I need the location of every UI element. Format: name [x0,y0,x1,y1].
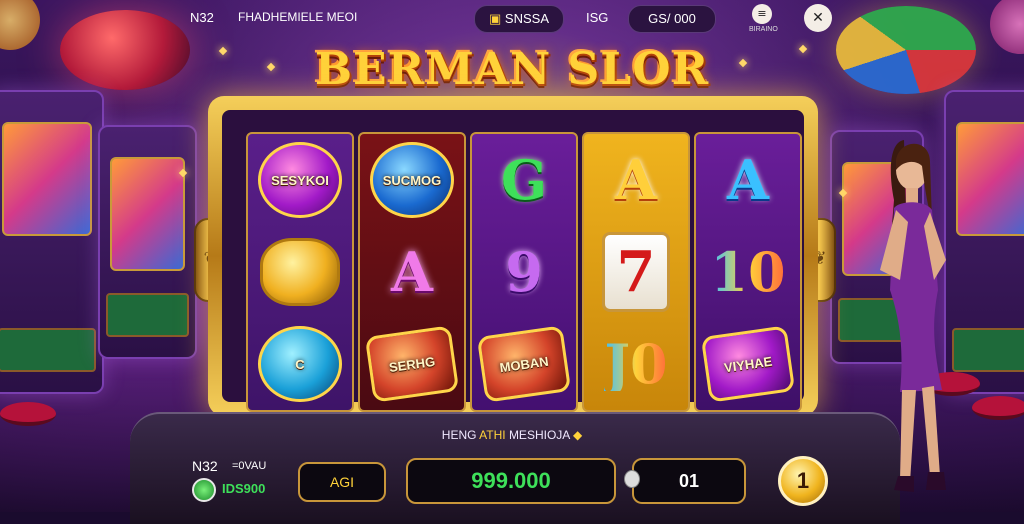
reel-5: A 10 VIYHAE [694,132,802,412]
reel-1-symbol-2 [248,226,352,318]
auto-button[interactable]: AGI [298,462,386,502]
reel-5-symbol-1: A [696,134,800,226]
symbol-chip: C [258,326,342,402]
symbol-chip: MOBAN [476,325,572,403]
balance-pill[interactable]: GS/ 000 [628,5,716,33]
reel-4-symbol-1: A [584,134,688,226]
stool-right-2 [972,396,1024,420]
info-prefix: HENG [441,428,477,442]
info-highlight: ATHI [479,428,506,442]
game-title: BERMAN SLOR [314,44,710,95]
reel-3: G 9 MOBAN [470,132,578,412]
arcade-cabinet-left [0,90,104,394]
reel-3-symbol-1: G [472,134,576,226]
line-decrease-icon[interactable] [624,470,640,488]
symbol-seven: 7 [602,232,670,312]
reel-window: SESYKOI C SUCMOG A SERHG G 9 MOBAN A 7 J0 A 10 VI… [222,110,804,412]
coin-icon: ▣ [489,11,502,26]
reel-4-symbol-3: J0 [584,318,688,410]
close-button[interactable]: ✕ [804,4,832,32]
diamond-icon: ◆ [572,428,583,442]
symbol-glyph: A [391,240,433,304]
reel-5-symbol-2: 10 [696,226,800,318]
reel-3-symbol-3: MOBAN [472,318,576,410]
symbol-chip [260,238,340,306]
reel-1-symbol-3: C [248,318,352,410]
slot-frame: SESYKOI C SUCMOG A SERHG G 9 MOBAN A 7 J0 A 10 VI… [208,96,818,416]
close-icon: ✕ [812,10,824,26]
symbol-chip: SESYKOI [258,142,342,218]
arcade-cabinet-left-2 [98,125,197,359]
bet-label: =0VAU [232,460,267,472]
symbol-glyph: A [615,148,657,212]
hostess-figure [880,140,946,492]
top-bar: N32 FHADHEMIELE MEOI ▣ SNSSA ISG GS/ 000… [0,0,1024,36]
bottom-player-id: N32 [192,458,218,474]
reel-2-symbol-2: A [360,226,464,318]
center-value: ISG [586,10,609,25]
credit-display: 999.000 [406,458,616,504]
reel-3-symbol-2: 9 [472,226,576,318]
symbol-chip: VIYHAE [700,325,796,403]
coin-pill[interactable]: ▣ SNSSA [474,5,564,33]
reel-1: SESYKOI C [246,132,354,412]
symbol-glyph: 9 [505,240,543,304]
menu-button[interactable]: ≡ [752,4,772,24]
line-display[interactable]: 01 [632,458,746,504]
symbol-chip: SERHG [364,325,460,403]
reel-4-symbol-2: 7 [584,226,688,318]
symbol-chip: SUCMOG [370,142,454,218]
reel-1-symbol-1: SESYKOI [248,134,352,226]
spin-coin-button[interactable]: 1 [778,456,828,506]
coin-value: IDS900 [222,481,266,496]
reel-2-symbol-1: SUCMOG [360,134,464,226]
coin-icon [192,478,216,502]
reel-2-symbol-3: SERHG [360,318,464,410]
stool-left [0,402,56,426]
menu-caption: BIRAINO [749,26,778,33]
coin-pill-label: SNSSA [504,11,549,26]
symbol-glyph: G [500,148,548,212]
info-suffix: MESHIOJA [508,428,570,442]
symbol-glyph: 10 [710,240,786,304]
player-id: N32 [190,10,214,25]
symbol-glyph: A [727,148,769,212]
player-name: FHADHEMIELE MEOI [238,10,358,24]
reel-4: A 7 J0 [582,132,690,412]
line-value: 01 [678,470,700,491]
reel-5-symbol-3: VIYHAE [696,318,800,410]
symbol-glyph: J0 [604,332,668,396]
reel-2: SUCMOG A SERHG [358,132,466,412]
menu-icon: ≡ [757,7,767,20]
